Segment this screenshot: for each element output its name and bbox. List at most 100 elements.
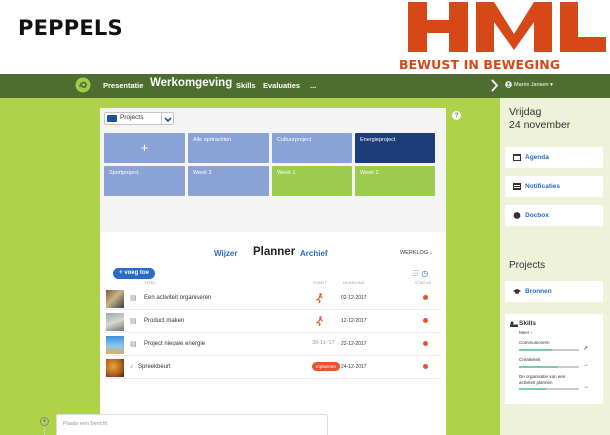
document-icon: ▤ <box>130 341 137 348</box>
slide-title: PEPPELS <box>18 16 123 40</box>
speaker-icon: ♪ <box>130 363 134 370</box>
trend-arrow-icon: → <box>583 362 589 368</box>
current-day: Vrijdag <box>509 106 542 118</box>
tab-archief[interactable]: Archief <box>300 249 328 258</box>
docbox-card[interactable]: Docbox <box>505 205 603 226</box>
tile-week-2[interactable]: Week 2 <box>355 166 435 196</box>
runner-icon <box>315 293 323 303</box>
task-title[interactable]: Product maken <box>144 318 184 324</box>
message-box[interactable] <box>56 414 328 435</box>
tile-energieproject[interactable]: Energieproject <box>355 133 435 163</box>
status-dot <box>423 364 428 369</box>
task-deadline: 22-12-2017 <box>341 341 367 347</box>
projects-select-label: Projects <box>120 114 144 121</box>
chevron-down-icon[interactable] <box>161 112 174 125</box>
brand-tagline: BEWUST IN BEWEGING <box>399 57 561 72</box>
tab-planner[interactable]: Planner <box>253 246 295 258</box>
table-row[interactable]: ▤ Een activiteit organiseren 02-12-2017 <box>105 288 441 310</box>
skills-icon <box>510 321 518 327</box>
column-start: START <box>313 280 327 285</box>
task-thumbnail <box>106 336 124 354</box>
user-menu[interactable]: Marrix Jansen ▾ <box>514 82 553 88</box>
docbox-label: Docbox <box>525 212 549 219</box>
projects-heading: Projects <box>509 260 546 271</box>
task-deadline: 24-12-2017 <box>341 364 367 370</box>
user-icon[interactable] <box>505 81 512 88</box>
nav-presentatie[interactable]: Presentatie <box>103 81 143 90</box>
clock-icon[interactable]: ◷ <box>421 269 428 278</box>
skill-label: De organisatie van een activiteit planne… <box>519 374 566 385</box>
add-project-tile[interactable]: + <box>104 133 185 163</box>
task-start: 30-11-'17 <box>312 340 335 346</box>
tile-sportproject[interactable]: Sportproject <box>104 166 185 196</box>
trend-arrow-icon: → <box>583 384 589 390</box>
trend-arrow-icon: ↗ <box>583 346 589 352</box>
skill-label: Creativiteit <box>519 357 541 362</box>
notifications-icon <box>513 183 521 190</box>
tab-wijzer[interactable]: Wijzer <box>214 249 238 258</box>
bronnen-label: Bronnen <box>525 288 552 295</box>
side-panel: Vrijdag 24 november Agenda Notificaties … <box>500 98 610 435</box>
project-tiles-area: Projects + Alle opdrachten Cultuurprojec… <box>100 108 446 232</box>
main-panel: Projects + Alle opdrachten Cultuurprojec… <box>100 108 446 435</box>
add-task-button[interactable]: + voeg toe <box>113 268 155 279</box>
task-title[interactable]: Project nieuwe energie <box>144 341 205 347</box>
projects-select[interactable]: Projects <box>104 112 174 125</box>
skills-more-link[interactable]: Meer › <box>519 330 532 335</box>
timeline-line <box>44 427 45 435</box>
message-input[interactable] <box>63 421 243 427</box>
tile-alle-opdrachten[interactable]: Alle opdrachten <box>188 133 269 163</box>
list-view-icon[interactable]: ☰ <box>412 269 419 278</box>
status-dot <box>423 318 428 323</box>
task-title[interactable]: Spreekbeurt <box>138 364 171 370</box>
column-title: TITEL <box>144 280 156 285</box>
task-deadline: 12-12-2017 <box>341 318 367 324</box>
skill-progress <box>519 349 579 351</box>
document-icon: ▤ <box>130 318 137 325</box>
calendar-icon <box>513 154 521 161</box>
skills-card: Skills Meer › Communiceren ↗ Creativitei… <box>505 314 603 404</box>
help-icon[interactable]: ? <box>452 111 461 120</box>
table-row[interactable]: ♪ Spreekbeurt Inplannen 24-12-2017 <box>105 357 441 379</box>
view-toggle[interactable]: ☰ ◷ <box>412 269 428 278</box>
top-navigation: Presentatie Werkomgeving Skills Evaluati… <box>0 74 610 98</box>
werklog-link[interactable]: WERKLOG ↓ <box>400 250 432 256</box>
chevron-right-icon[interactable] <box>491 79 499 92</box>
notificaties-label: Notificaties <box>525 183 561 190</box>
column-deadline: DEADLINE <box>343 280 365 285</box>
projects-icon <box>107 115 117 122</box>
table-row[interactable]: ▤ Project nieuwe energie 30-11-'17 22-12… <box>105 334 441 356</box>
table-row[interactable]: ▤ Product maken 12-12-2017 <box>105 311 441 333</box>
tile-cultuurproject[interactable]: Cultuurproject <box>272 133 352 163</box>
document-icon: ▤ <box>130 295 137 302</box>
app-logo-icon[interactable] <box>74 76 92 95</box>
nav-werkomgeving[interactable]: Werkomgeving <box>150 77 232 89</box>
schedule-badge[interactable]: Inplannen <box>312 362 340 371</box>
graduation-cap-icon <box>513 288 521 294</box>
task-title[interactable]: Een activiteit organiseren <box>144 295 211 301</box>
column-status: STATUS <box>415 280 432 285</box>
nav-skills[interactable]: Skills <box>236 81 256 90</box>
task-thumbnail <box>106 313 124 331</box>
tile-week-1[interactable]: Week 1 <box>272 166 352 196</box>
view-tabs: Wijzer Planner Archief WERKLOG ↓ <box>100 244 446 264</box>
current-date: Vrijdag 24 november <box>509 106 570 132</box>
docbox-icon <box>513 212 521 219</box>
skill-label: Communiceren <box>519 340 550 345</box>
add-post-icon[interactable]: + <box>40 417 49 426</box>
task-deadline: 02-12-2017 <box>341 295 367 301</box>
runner-icon <box>315 316 323 326</box>
task-thumbnail <box>106 359 124 377</box>
tile-week-3[interactable]: Week 3 <box>188 166 269 196</box>
skill-progress <box>519 388 579 390</box>
status-dot <box>423 295 428 300</box>
skills-title: Skills <box>519 320 536 327</box>
notificaties-card[interactable]: Notificaties <box>505 176 603 197</box>
agenda-label: Agenda <box>525 154 549 161</box>
status-dot <box>423 341 428 346</box>
nav-more[interactable]: ... <box>310 81 316 90</box>
agenda-card[interactable]: Agenda <box>505 147 603 168</box>
bronnen-card[interactable]: Bronnen <box>505 281 603 302</box>
nav-evaluaties[interactable]: Evaluaties <box>263 81 300 90</box>
app-window: Presentatie Werkomgeving Skills Evaluati… <box>0 74 610 435</box>
